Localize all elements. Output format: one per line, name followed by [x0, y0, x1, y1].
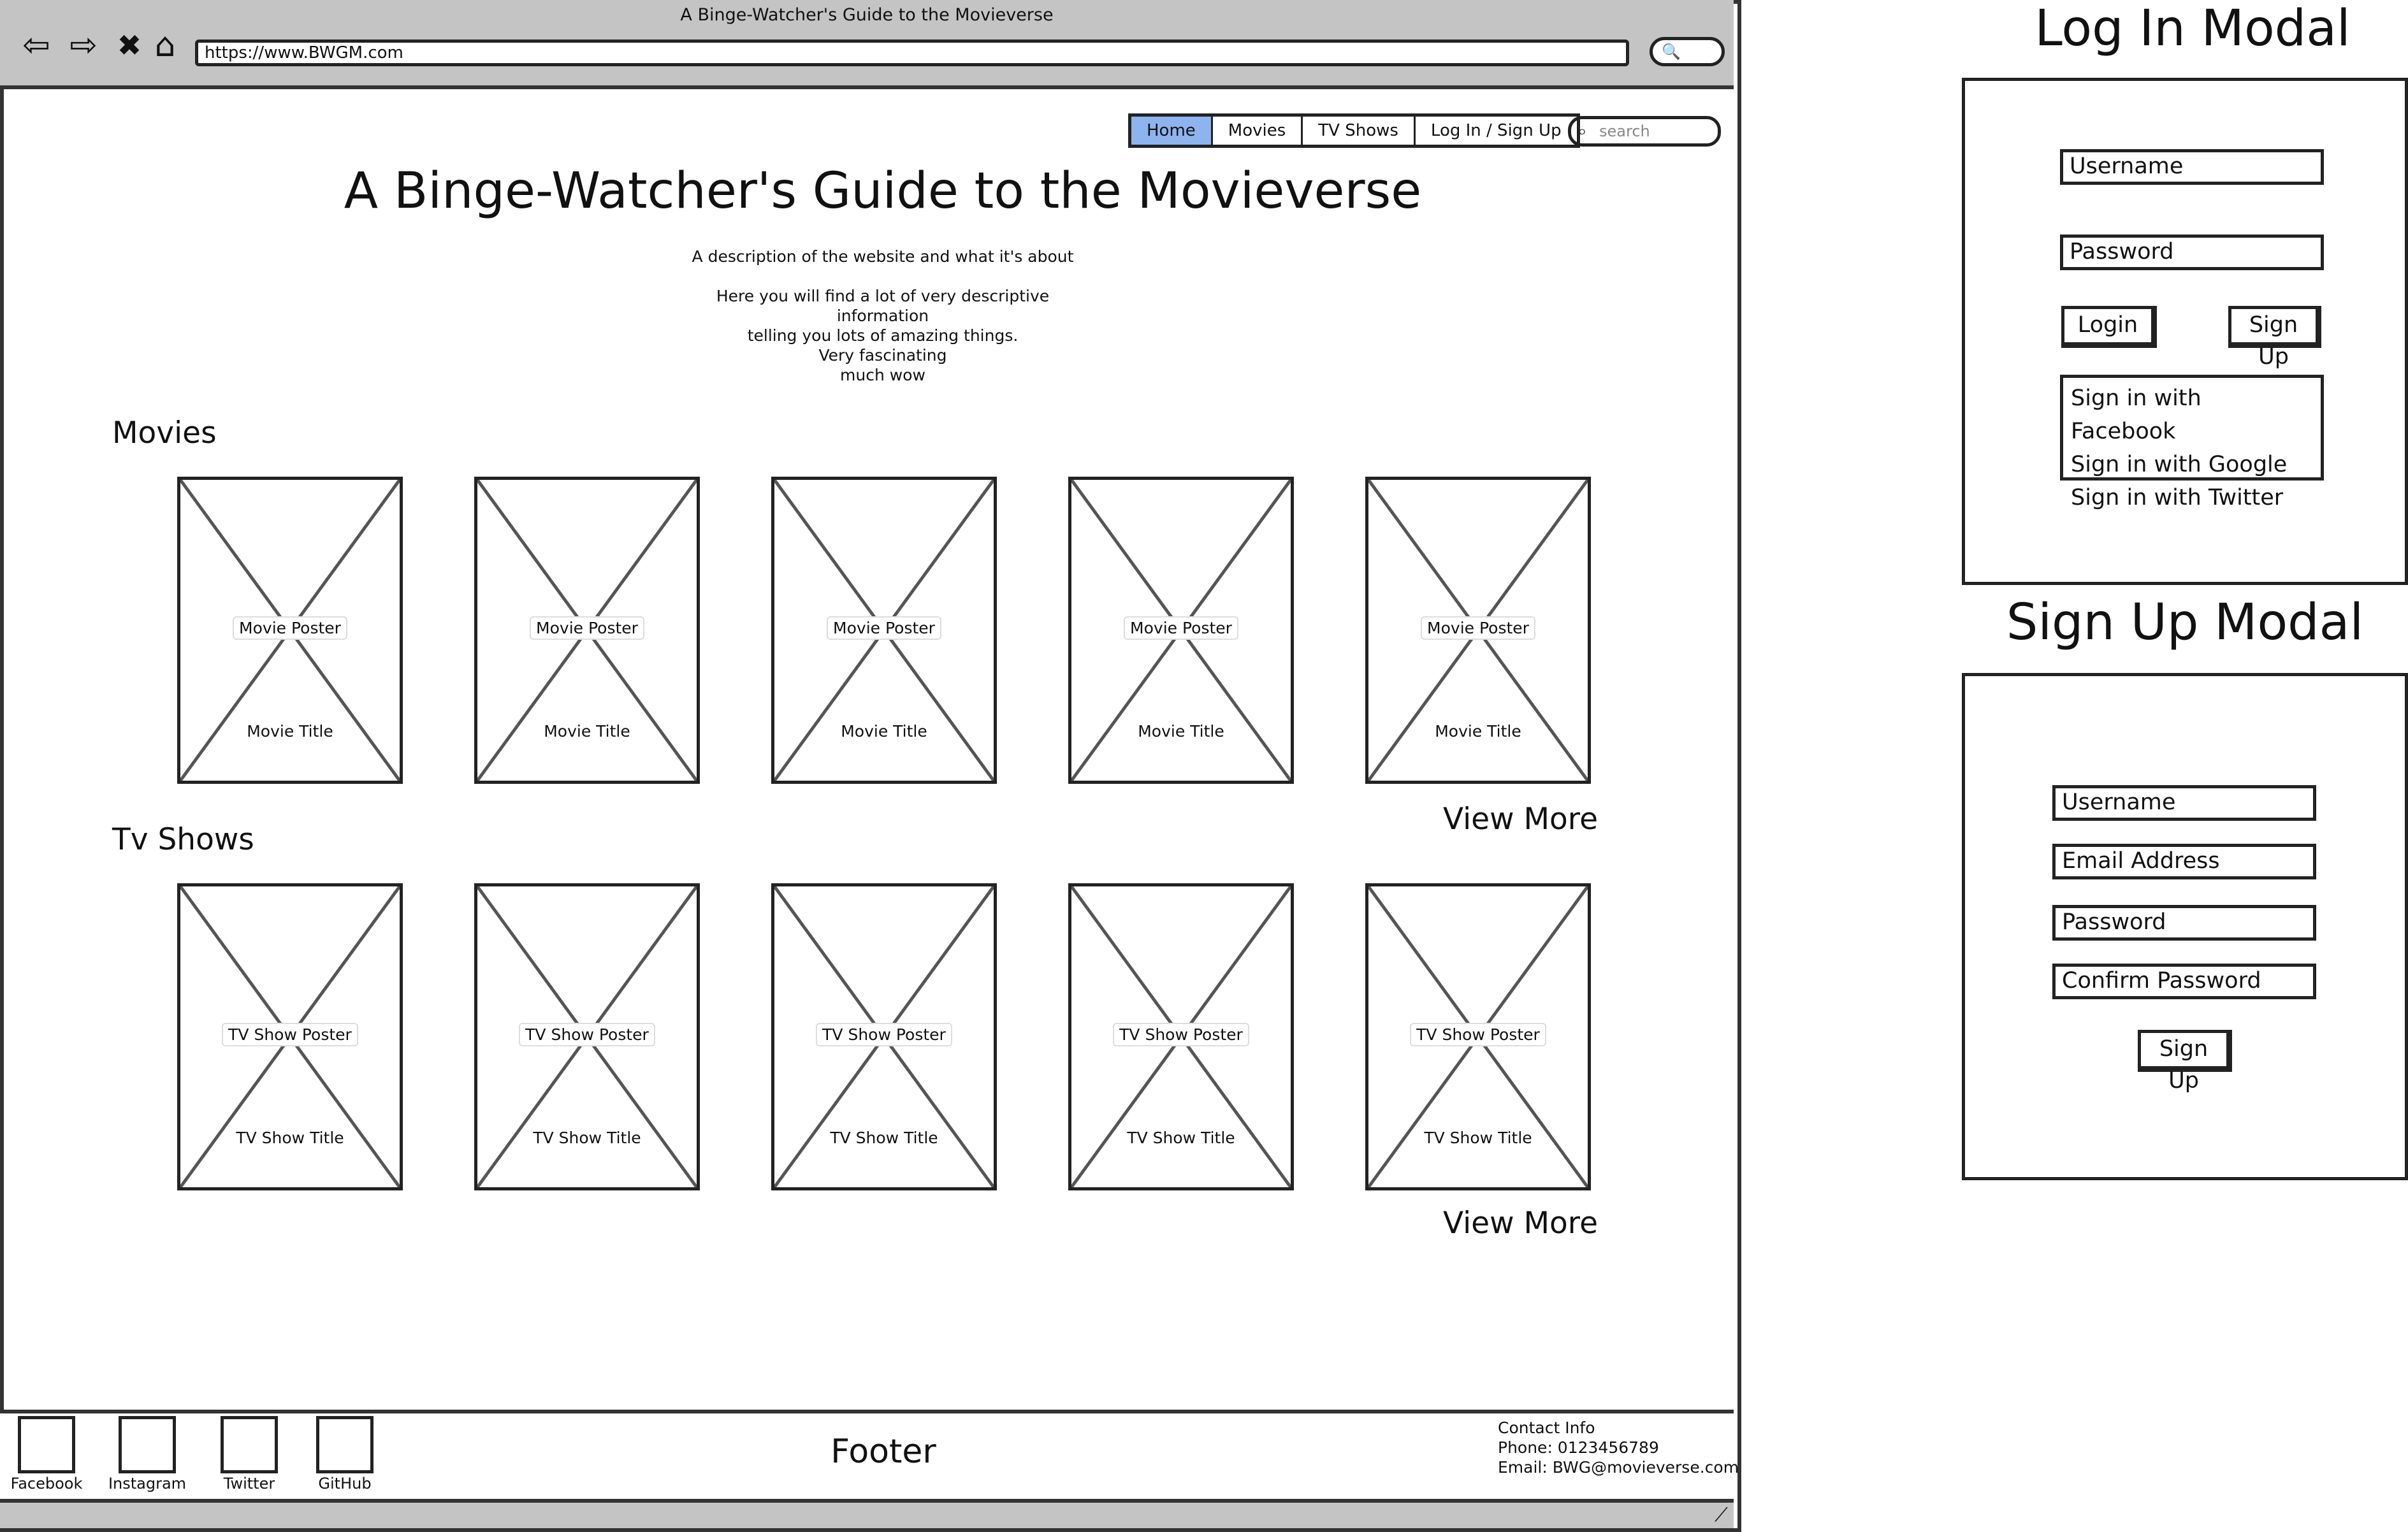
poster-label: TV Show Poster: [222, 1023, 358, 1046]
social-label: Instagram: [108, 1475, 187, 1492]
url-bar[interactable]: https://www.BWGM.com: [195, 40, 1629, 66]
card-title: TV Show Title: [1424, 1129, 1532, 1147]
poster-label: Movie Poster: [1421, 616, 1535, 640]
social-label: Facebook: [10, 1475, 83, 1492]
nav-item-home[interactable]: Home: [1131, 117, 1213, 145]
card-title: TV Show Title: [236, 1129, 344, 1147]
contact-heading: Contact Info: [1498, 1419, 1595, 1437]
card-title: TV Show Title: [1127, 1129, 1235, 1147]
poster-label: Movie Poster: [233, 616, 347, 640]
description-line: telling you lots of amazing things.: [747, 326, 1019, 345]
login-modal-heading: Log In Modal: [2034, 0, 2351, 57]
social-label: Twitter: [223, 1475, 275, 1492]
page-title: A Binge-Watcher's Guide to the Movievers…: [344, 163, 1422, 220]
card-title: Movie Title: [841, 722, 927, 741]
signin-facebook-option[interactable]: Sign in with Facebook: [2071, 382, 2313, 448]
footer-title: Footer: [830, 1433, 936, 1471]
login-password-field[interactable]: Password: [2060, 235, 2324, 270]
poster-label: TV Show Poster: [1410, 1023, 1546, 1046]
movie-card[interactable]: Movie Poster Movie Title: [771, 477, 997, 784]
tv-shows-heading: Tv Shows: [112, 822, 254, 857]
poster-label: Movie Poster: [1124, 616, 1238, 640]
social-label: GitHub: [318, 1475, 372, 1492]
tv-show-card[interactable]: TV Show Poster TV Show Title: [1365, 883, 1591, 1190]
top-navbar: Home Movies TV Shows Log In / Sign Up: [1128, 113, 1580, 148]
tv-view-more-link[interactable]: View More: [1443, 1206, 1598, 1241]
github-icon[interactable]: [316, 1416, 374, 1473]
card-title: TV Show Title: [830, 1129, 938, 1147]
home-icon[interactable]: ⌂: [145, 25, 185, 65]
search-icon: 🔍: [1662, 43, 1681, 61]
window-title: A Binge-Watcher's Guide to the Movievers…: [680, 5, 1054, 25]
tv-show-card[interactable]: TV Show Poster TV Show Title: [474, 883, 700, 1190]
site-search-input[interactable]: ⌕ search: [1568, 116, 1721, 147]
search-placeholder: search: [1599, 122, 1650, 140]
movie-card[interactable]: Movie Poster Movie Title: [177, 477, 403, 784]
contact-email[interactable]: Email: BWG@movieverse.com: [1498, 1458, 1739, 1477]
description-line: much wow: [840, 366, 925, 384]
card-title: Movie Title: [247, 722, 333, 741]
signup-confirm-password-field[interactable]: Confirm Password: [2052, 964, 2316, 999]
login-username-field[interactable]: Username: [2060, 149, 2324, 185]
card-title: Movie Title: [544, 722, 630, 741]
description-line: A description of the website and what it…: [692, 247, 1074, 266]
browser-status-bar: [0, 1499, 1734, 1528]
login-signup-button[interactable]: Sign Up: [2228, 306, 2321, 370]
signup-submit-button[interactable]: Sign Up: [2138, 1030, 2232, 1094]
tv-show-card[interactable]: TV Show Poster TV Show Title: [771, 883, 997, 1190]
signup-password-field[interactable]: Password: [2052, 905, 2316, 941]
card-title: Movie Title: [1138, 722, 1224, 741]
signup-modal-heading: Sign Up Modal: [2006, 594, 2364, 651]
description-line: Very fascinating: [818, 346, 947, 365]
twitter-icon[interactable]: [221, 1416, 278, 1473]
poster-label: Movie Poster: [827, 616, 941, 640]
back-arrow-icon[interactable]: ⇦: [17, 25, 56, 65]
login-button[interactable]: Login: [2061, 306, 2157, 348]
search-icon: ⌕: [1578, 122, 1587, 141]
forward-arrow-icon[interactable]: ⇨: [64, 25, 103, 65]
description-line: Here you will find a lot of very descrip…: [716, 287, 1050, 305]
description-line: information: [836, 307, 929, 325]
social-signin-list: Sign in with Facebook Sign in with Googl…: [2060, 375, 2324, 510]
resize-handle-icon[interactable]: ⟋: [1715, 1504, 1728, 1526]
movie-card[interactable]: Movie Poster Movie Title: [1068, 477, 1294, 784]
tv-show-card[interactable]: TV Show Poster TV Show Title: [1068, 883, 1294, 1190]
close-icon[interactable]: ✖: [110, 25, 149, 65]
tv-show-card[interactable]: TV Show Poster TV Show Title: [177, 883, 403, 1190]
signup-email-field[interactable]: Email Address: [2052, 844, 2316, 879]
facebook-icon[interactable]: [18, 1416, 75, 1473]
nav-item-tv-shows[interactable]: TV Shows: [1303, 117, 1416, 145]
browser-search-button[interactable]: 🔍: [1650, 37, 1725, 66]
movie-card[interactable]: Movie Poster Movie Title: [474, 477, 700, 784]
poster-label: TV Show Poster: [519, 1023, 655, 1046]
movies-view-more-link[interactable]: View More: [1443, 802, 1598, 837]
signup-username-field[interactable]: Username: [2052, 785, 2316, 821]
contact-phone: Phone: 0123456789: [1498, 1438, 1659, 1457]
poster-label: TV Show Poster: [816, 1023, 952, 1046]
movie-card[interactable]: Movie Poster Movie Title: [1365, 477, 1591, 784]
nav-item-movies[interactable]: Movies: [1213, 117, 1303, 145]
nav-item-login-signup[interactable]: Log In / Sign Up: [1416, 117, 1577, 145]
card-title: TV Show Title: [533, 1129, 641, 1147]
poster-label: Movie Poster: [530, 616, 644, 640]
poster-label: TV Show Poster: [1113, 1023, 1249, 1046]
card-title: Movie Title: [1435, 722, 1521, 741]
movies-heading: Movies: [112, 416, 217, 451]
signin-google-option[interactable]: Sign in with Google: [2071, 448, 2313, 481]
instagram-icon[interactable]: [119, 1416, 176, 1473]
signin-twitter-option[interactable]: Sign in with Twitter: [2071, 481, 2313, 514]
